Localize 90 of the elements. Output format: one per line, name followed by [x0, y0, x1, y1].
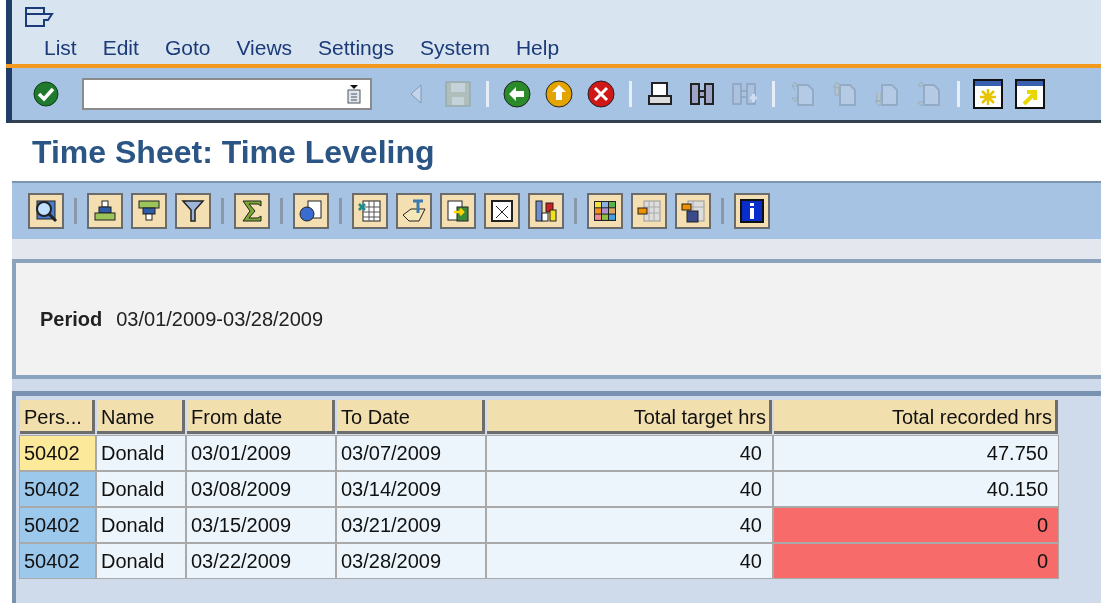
table-cell[interactable]: 50402 — [20, 472, 95, 506]
table-cell: 03/08/2009 — [187, 472, 335, 506]
toolbar-button[interactable] — [528, 193, 564, 229]
info-icon — [739, 198, 765, 224]
cancel-icon — [586, 79, 616, 109]
column-header[interactable]: Total target hrs — [487, 400, 772, 434]
table-cell: Donald — [97, 508, 185, 542]
table-cell: 0 — [774, 544, 1058, 578]
spreadsheet-icon — [357, 198, 383, 224]
toolbar-button[interactable] — [293, 193, 329, 229]
menu-icon — [24, 6, 54, 28]
menu-item[interactable]: List — [44, 36, 77, 60]
toolbar-button[interactable] — [28, 193, 64, 229]
back-icon — [502, 79, 532, 109]
toolbar-button[interactable] — [484, 193, 520, 229]
binoculars-icon — [688, 80, 716, 108]
toolbar-button[interactable] — [587, 193, 623, 229]
toolbar-button[interactable] — [131, 193, 167, 229]
toolbar-button[interactable] — [585, 78, 617, 110]
command-field[interactable] — [82, 78, 372, 110]
first-page-icon — [790, 80, 816, 108]
toolbar-button[interactable] — [501, 78, 533, 110]
menu-item[interactable]: System — [419, 36, 490, 60]
table-cell: 03/01/2009 — [187, 436, 335, 470]
menu-item[interactable]: Help — [515, 36, 560, 60]
sort-ascending-icon — [92, 198, 118, 224]
grid-save-icon — [680, 198, 706, 224]
table-cell: 03/28/2009 — [337, 544, 485, 578]
table-cell: 0 — [774, 508, 1058, 542]
menu-item[interactable]: Views — [236, 36, 293, 60]
up-icon — [544, 79, 574, 109]
column-header[interactable]: Total recorded hrs — [774, 400, 1058, 434]
toolbar-button[interactable] — [734, 193, 770, 229]
grid-select-icon — [636, 198, 662, 224]
chart-icon — [533, 198, 559, 224]
toolbar-button[interactable] — [972, 78, 1004, 110]
previous-page-icon — [832, 80, 858, 108]
triangle-left-icon — [409, 83, 423, 105]
period-label: Period — [40, 307, 103, 331]
table-cell: Donald — [97, 472, 185, 506]
table-cell: 40 — [487, 472, 772, 506]
toolbar-button[interactable] — [440, 193, 476, 229]
column-header[interactable]: Name — [97, 400, 185, 434]
sum-icon — [239, 198, 265, 224]
print-icon — [646, 80, 674, 108]
shortcut-icon — [1015, 79, 1045, 109]
menu-item[interactable]: Goto — [164, 36, 211, 60]
column-header[interactable]: Pers... — [20, 400, 95, 434]
history-icon — [346, 84, 362, 104]
toolbar-button[interactable] — [87, 193, 123, 229]
toolbar-button[interactable] — [543, 78, 575, 110]
page-title: Time Sheet: Time Leveling — [32, 133, 435, 171]
save-icon — [444, 80, 472, 108]
export-icon — [445, 198, 471, 224]
table-cell: 03/07/2009 — [337, 436, 485, 470]
layout-icon — [489, 198, 515, 224]
sort-descending-icon — [136, 198, 162, 224]
detail-icon — [33, 198, 59, 224]
grid-icon — [592, 198, 618, 224]
table-cell: 47.750 — [774, 436, 1058, 470]
table-cell: Donald — [97, 436, 185, 470]
toolbar-button[interactable] — [675, 193, 711, 229]
toolbar-button[interactable] — [1014, 78, 1046, 110]
table-cell: 40 — [487, 436, 772, 470]
menu-item[interactable]: Settings — [318, 36, 394, 60]
new-session-icon — [973, 79, 1003, 109]
table-cell[interactable]: 50402 — [20, 436, 95, 470]
table-cell: 40 — [487, 508, 772, 542]
table-cell[interactable]: 50402 — [20, 508, 95, 542]
table-cell: Donald — [97, 544, 185, 578]
period-value: 03/01/2009-03/28/2009 — [116, 307, 324, 331]
filter-icon — [180, 198, 206, 224]
column-header[interactable]: To Date — [337, 400, 485, 434]
table-cell[interactable]: 50402 — [20, 544, 95, 578]
toolbar-button[interactable] — [30, 78, 62, 110]
table-cell: 40.150 — [774, 472, 1058, 506]
binoculars-plus-icon — [730, 80, 758, 108]
table-cell: 40 — [487, 544, 772, 578]
document-view-icon — [298, 198, 324, 224]
toolbar-button[interactable] — [175, 193, 211, 229]
table-cell: 03/14/2009 — [337, 472, 485, 506]
confirm-icon — [32, 80, 60, 108]
table-cell: 03/15/2009 — [187, 508, 335, 542]
column-header[interactable]: From date — [187, 400, 335, 434]
table-cell: 03/21/2009 — [337, 508, 485, 542]
text-edit-icon — [401, 198, 427, 224]
table-cell: 03/22/2009 — [187, 544, 335, 578]
toolbar-button[interactable] — [234, 193, 270, 229]
last-page-icon — [916, 80, 942, 108]
menu-item[interactable]: Edit — [102, 36, 139, 60]
